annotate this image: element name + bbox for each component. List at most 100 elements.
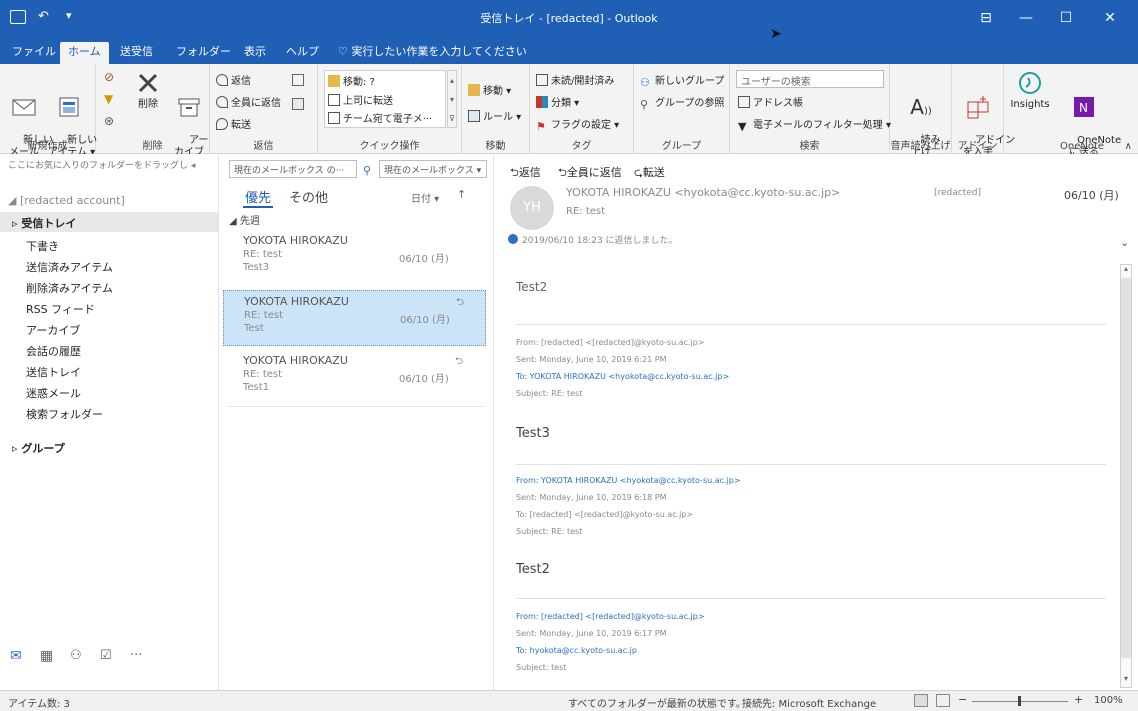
zoom-out-button[interactable]: − <box>958 693 967 706</box>
folder-sent-items[interactable]: 送信済みアイテム <box>26 259 113 275</box>
calendar-icon[interactable]: ▦ <box>40 648 53 664</box>
search-magnifier-icon[interactable]: ⚲ <box>363 164 371 177</box>
onenote-icon: N <box>1074 97 1094 117</box>
folder-conversation-history[interactable]: 会話の履歴 <box>26 343 81 359</box>
reply-all-icon <box>216 96 228 108</box>
quick-step-move-to[interactable]: 移動: ? <box>328 73 375 88</box>
section-last-week[interactable]: ◢ 先週 <box>229 212 260 227</box>
tab-help[interactable]: ヘルプ <box>278 42 327 64</box>
rules-button[interactable]: ルール ▾ <box>468 108 521 123</box>
browse-groups-button[interactable]: ⚲ グループの参照 <box>640 94 724 111</box>
quick-steps-scroll[interactable]: ▴ ▾ ⊽ <box>447 70 457 128</box>
group-insights: Insights <box>1004 64 1054 154</box>
mail-icon[interactable]: ✉ <box>10 648 22 664</box>
quick-step-team-email[interactable]: チーム宛て電子メ··· <box>328 110 432 125</box>
quoted-to[interactable]: To: hyokota@cc.kyoto-su.ac.jp <box>516 642 705 659</box>
email-to-short: [redacted] <box>934 188 982 198</box>
more-respond-icon[interactable] <box>292 98 304 110</box>
sort-by-date-dropdown[interactable]: 日付 ▾ <box>411 190 439 205</box>
people-module-icon[interactable]: ⚇ <box>70 648 82 663</box>
reading-reply-button[interactable]: ⮌返信 <box>510 164 541 183</box>
quoted-to: To: [redacted] <[redacted]@kyoto-su.ac.j… <box>516 510 694 519</box>
quoted-from[interactable]: From: YOKOTA HIROKAZU <hyokota@cc.kyoto-… <box>516 472 741 489</box>
list-item[interactable]: YOKOTA HIROKAZU RE: test Test 06/10 (月) … <box>223 290 486 346</box>
close-button[interactable]: ✕ <box>1090 0 1130 36</box>
categorize-label: 分類 ▾ <box>551 98 580 109</box>
follow-up-label: フラグの設定 ▾ <box>551 120 620 131</box>
account-node[interactable]: ◢ [redacted account] <box>8 194 125 207</box>
folder-junk-email[interactable]: 迷惑メール <box>26 385 81 401</box>
follow-up-button[interactable]: ⚑ フラグの設定 ▾ <box>536 116 619 133</box>
tab-folder[interactable]: フォルダー <box>168 42 239 64</box>
tell-me-box[interactable]: ♡ 実行したい作業を入力してください <box>330 42 535 64</box>
reply-label: 返信 <box>231 76 251 87</box>
reading-view-icon[interactable] <box>936 694 950 707</box>
quoted-from[interactable]: From: [redacted] <[redacted]@kyoto-su.ac… <box>516 608 705 625</box>
tab-file[interactable]: ファイル <box>4 42 64 64</box>
reading-forward-button[interactable]: ⮎転送 <box>634 164 665 183</box>
categorize-icon <box>536 96 548 108</box>
groups-node[interactable]: ▹ グループ <box>12 440 65 456</box>
new-group-button[interactable]: ⚇ 新しいグループ <box>640 72 724 89</box>
folder-search-folders[interactable]: 検索フォルダー <box>26 406 103 422</box>
list-item[interactable]: YOKOTA HIROKAZU RE: test Test3 06/10 (月) <box>223 230 486 286</box>
sort-direction-button[interactable]: ↑ <box>457 188 466 201</box>
search-people-input[interactable]: ユーザーの検索 <box>736 70 884 88</box>
group-tags-label: タグ <box>571 141 592 152</box>
folder-deleted-items[interactable]: 削除済みアイテム <box>26 280 113 296</box>
folder-archive[interactable]: アーカイブ <box>26 322 80 338</box>
quote-divider <box>516 464 1106 465</box>
ribbon-tabs: ファイル ホーム 送受信 フォルダー 表示 ヘルプ ♡ 実行したい作業を入力して… <box>0 36 1138 64</box>
search-mailbox-input[interactable]: 現在のメールボックス の··· <box>229 160 357 178</box>
tab-home[interactable]: ホーム <box>60 42 109 64</box>
folder-drafts[interactable]: 下書き <box>26 238 59 254</box>
zoom-in-button[interactable]: + <box>1074 693 1083 706</box>
message-date: 06/10 (月) <box>399 374 449 385</box>
scroll-thumb[interactable] <box>1121 278 1131 658</box>
collapse-ribbon-icon[interactable]: ∧ <box>1125 141 1132 152</box>
zoom-level[interactable]: 100% <box>1094 695 1123 706</box>
reply-all-button[interactable]: 全員に返信 <box>216 94 281 109</box>
ignore-icon[interactable]: ⊘ <box>104 70 114 84</box>
filter-email-button[interactable]: ▼ 電子メールのフィルター処理 ▾ <box>738 116 891 133</box>
reading-reply-all-button[interactable]: ⮌全員に返信 <box>558 164 622 183</box>
search-scope-dropdown[interactable]: 現在のメールボックス ▾ <box>379 160 487 178</box>
quoted-subject: Subject: test <box>516 663 567 672</box>
tab-send-receive[interactable]: 送受信 <box>112 42 161 64</box>
avatar[interactable]: YH <box>510 186 554 230</box>
categorize-button[interactable]: 分類 ▾ <box>536 94 579 109</box>
move-folder-icon <box>468 84 480 96</box>
folder-outbox[interactable]: 送信トレイ <box>26 364 81 380</box>
unread-read-button[interactable]: 未読/開封済み <box>536 72 614 87</box>
collapse-pane-icon[interactable]: ◂ <box>191 161 196 171</box>
address-book-button[interactable]: アドレス帳 <box>738 94 803 109</box>
tab-other[interactable]: その他 <box>289 187 328 206</box>
meeting-icon[interactable] <box>292 74 304 86</box>
email-from[interactable]: YOKOTA HIROKAZU <hyokota@cc.kyoto-su.ac.… <box>566 186 840 199</box>
more-modules-icon[interactable]: ··· <box>130 648 142 663</box>
folder-rss-feeds[interactable]: RSS フィード <box>26 301 95 317</box>
normal-view-icon[interactable] <box>914 694 928 707</box>
move-button[interactable]: 移動 ▾ <box>468 82 511 97</box>
zoom-slider-thumb[interactable] <box>1018 696 1021 706</box>
scroll-down-icon[interactable]: ▾ <box>1120 674 1132 686</box>
email-reply-info: 2019/06/10 18:23 に返信しました。 <box>522 236 678 246</box>
maximize-button[interactable]: ☐ <box>1046 0 1086 36</box>
expand-header-icon[interactable]: ⌄ <box>1120 236 1129 249</box>
quick-step-to-manager[interactable]: 上司に転送 <box>328 92 393 107</box>
reply-button[interactable]: 返信 <box>216 72 251 87</box>
junk-icon[interactable]: ⊛ <box>104 114 114 128</box>
tab-view[interactable]: 表示 <box>236 42 274 64</box>
tasks-icon[interactable]: ☑ <box>100 648 112 663</box>
cleanup-icon[interactable]: ▼ <box>104 92 113 106</box>
quoted-to[interactable]: To: YOKOTA HIROKAZU <hyokota@cc.kyoto-su… <box>516 368 729 385</box>
insights-button[interactable]: Insights <box>1006 70 1054 111</box>
tab-focused[interactable]: 優先 <box>245 187 271 206</box>
delete-button[interactable]: 削除 <box>128 70 168 111</box>
favorites-drag-hint: ここにお気に入りのフォルダーをドラッグし ◂ <box>8 161 196 171</box>
scroll-up-icon[interactable]: ▴ <box>1120 264 1132 276</box>
minimize-button[interactable]: — <box>1006 0 1046 36</box>
list-item[interactable]: YOKOTA HIROKAZU RE: test Test1 06/10 (月)… <box>223 350 486 406</box>
ribbon-display-options-button[interactable]: ⊟ <box>966 0 1006 36</box>
forward-button[interactable]: 転送 <box>216 116 251 131</box>
